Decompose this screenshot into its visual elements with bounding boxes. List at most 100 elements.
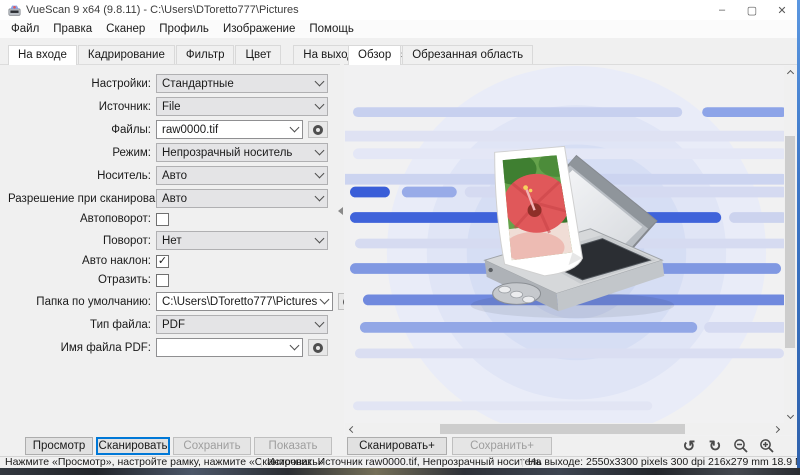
preview-tab-page	[344, 64, 797, 436]
pdfname-options-button[interactable]	[308, 339, 328, 356]
tab-filter[interactable]: Фильтр	[175, 45, 235, 64]
source-value: File	[162, 100, 181, 113]
scan-button[interactable]: Сканировать	[96, 437, 170, 455]
chevron-down-icon	[314, 191, 325, 202]
gear-icon	[313, 342, 323, 353]
files-options-button[interactable]	[308, 121, 328, 138]
menu-image[interactable]: Изображение	[216, 21, 302, 37]
default-folder-combo[interactable]: C:\Users\DToretto777\Pictures	[156, 292, 334, 311]
desktop-wallpaper-strip	[0, 468, 800, 475]
source-label: Источник:	[98, 100, 151, 113]
minimize-button[interactable]: –	[707, 0, 737, 20]
scroll-down-button[interactable]	[784, 411, 796, 423]
scan-resolution-select[interactable]: Авто	[156, 189, 328, 208]
close-icon: ✕	[777, 4, 787, 17]
files-combo[interactable]: raw0000.tif	[156, 120, 303, 139]
preview-toolbar: ↺ ↻	[679, 436, 777, 456]
rotate-left-icon: ↺	[682, 437, 696, 455]
tab-input[interactable]: На входе	[8, 45, 77, 65]
preview-vertical-scrollbar[interactable]	[784, 66, 796, 423]
minimize-icon: –	[718, 4, 726, 16]
horizontal-scroll-thumb[interactable]	[440, 424, 685, 434]
autorotate-label: Автоповорот:	[79, 213, 151, 225]
form-row-settings: Настройки: Стандартные	[8, 74, 328, 93]
scroll-up-button[interactable]	[784, 66, 796, 78]
tab-color[interactable]: Цвет	[235, 45, 282, 64]
menu-help[interactable]: Помощь	[302, 21, 360, 37]
settings-tabstrip: На входе Кадрирование Фильтр Цвет На вых…	[0, 43, 448, 65]
pdfname-label: Имя файла PDF:	[60, 341, 151, 354]
scroll-right-button[interactable]	[772, 423, 784, 435]
status-output: На выходе: 2550x3300 pixels 300 dpi 216x…	[528, 456, 800, 468]
tab-cropped-area[interactable]: Обрезанная область	[402, 45, 534, 64]
mode-label: Режим:	[112, 146, 151, 159]
form-row-resolution: Разрешение при сканировании: Авто	[8, 189, 328, 208]
checkmark-icon: ✓	[157, 254, 168, 267]
menu-edit[interactable]: Правка	[46, 21, 99, 37]
form-row-autorotate: Автоповорот:	[8, 212, 328, 226]
files-label: Файлы:	[111, 123, 151, 136]
status-bar: Нажмите «Просмотр», настройте рамку, наж…	[0, 456, 800, 468]
file-type-select[interactable]: PDF	[156, 315, 328, 334]
vertical-scroll-thumb[interactable]	[785, 136, 795, 348]
scan-plus-button[interactable]: Сканировать+	[347, 437, 447, 455]
chevron-down-icon	[314, 76, 325, 87]
maximize-button[interactable]: ▢	[737, 0, 767, 20]
autorotate-checkbox[interactable]	[156, 212, 169, 226]
form-row-source: Источник: File	[8, 97, 328, 116]
status-separator	[261, 458, 262, 467]
media-label: Носитель:	[97, 169, 151, 182]
preview-horizontal-scrollbar[interactable]	[345, 423, 784, 435]
rotation-select[interactable]: Нет	[156, 231, 328, 250]
zoom-in-icon	[760, 439, 774, 453]
folder-value: C:\Users\DToretto777\Pictures	[162, 295, 318, 308]
media-select[interactable]: Авто	[156, 166, 328, 185]
pdf-filename-combo[interactable]	[156, 338, 303, 357]
zoom-out-button[interactable]	[731, 437, 751, 455]
filetype-value: PDF	[162, 318, 185, 331]
resolution-value: Авто	[162, 192, 188, 205]
mode-select[interactable]: Непрозрачный носитель	[156, 143, 328, 162]
menu-scanner[interactable]: Сканер	[99, 21, 152, 37]
chevron-up-icon	[786, 69, 794, 78]
form-row-filetype: Тип файла: PDF	[8, 315, 328, 334]
rotation-value: Нет	[162, 234, 182, 247]
mirror-checkbox[interactable]	[156, 273, 169, 287]
menu-file[interactable]: Файл	[4, 21, 46, 37]
zoom-in-button[interactable]	[757, 437, 777, 455]
status-separator	[522, 458, 523, 467]
chevron-down-icon	[314, 233, 325, 244]
tab-crop[interactable]: Кадрирование	[77, 45, 175, 64]
chevron-down-icon	[786, 411, 794, 420]
preview-button[interactable]: Просмотр	[25, 437, 93, 455]
chevron-down-icon	[314, 99, 325, 110]
gear-icon	[313, 124, 323, 135]
save-plus-button[interactable]: Сохранить+	[452, 437, 552, 455]
rotation-label: Поворот:	[102, 234, 151, 247]
rotate-left-button[interactable]: ↺	[679, 437, 699, 455]
scroll-left-button[interactable]	[345, 423, 357, 435]
title-bar[interactable]: VueScan 9 x64 (9.8.11) - C:\Users\DToret…	[0, 0, 797, 20]
save-button[interactable]: Сохранить	[173, 437, 251, 455]
close-button[interactable]: ✕	[767, 0, 797, 20]
rotate-right-button[interactable]: ↻	[705, 437, 725, 455]
files-value: raw0000.tif	[162, 123, 219, 136]
autoskew-label: Авто наклон:	[82, 255, 151, 267]
scrollbar-corner	[784, 423, 796, 435]
preview-area[interactable]	[344, 65, 797, 436]
form-row-autoskew: Авто наклон: ✓	[8, 254, 328, 268]
form-row-pdfname: Имя файла PDF:	[8, 338, 328, 357]
desktop: VueScan 9 x64 (9.8.11) - C:\Users\DToret…	[0, 0, 800, 475]
menu-profile[interactable]: Профиль	[152, 21, 216, 37]
vuescan-logo-artwork	[345, 66, 784, 423]
chevron-down-icon	[289, 340, 300, 351]
tab-overview[interactable]: Обзор	[348, 45, 402, 65]
show-button[interactable]: Показать	[254, 437, 332, 455]
settings-value: Стандартные	[162, 77, 234, 90]
media-value: Авто	[162, 169, 188, 182]
auto-skew-checkbox[interactable]: ✓	[156, 254, 169, 268]
window-title: VueScan 9 x64 (9.8.11) - C:\Users\DToret…	[26, 4, 299, 16]
source-select[interactable]: File	[156, 97, 328, 116]
maximize-icon: ▢	[746, 4, 758, 17]
settings-select[interactable]: Стандартные	[156, 74, 328, 93]
